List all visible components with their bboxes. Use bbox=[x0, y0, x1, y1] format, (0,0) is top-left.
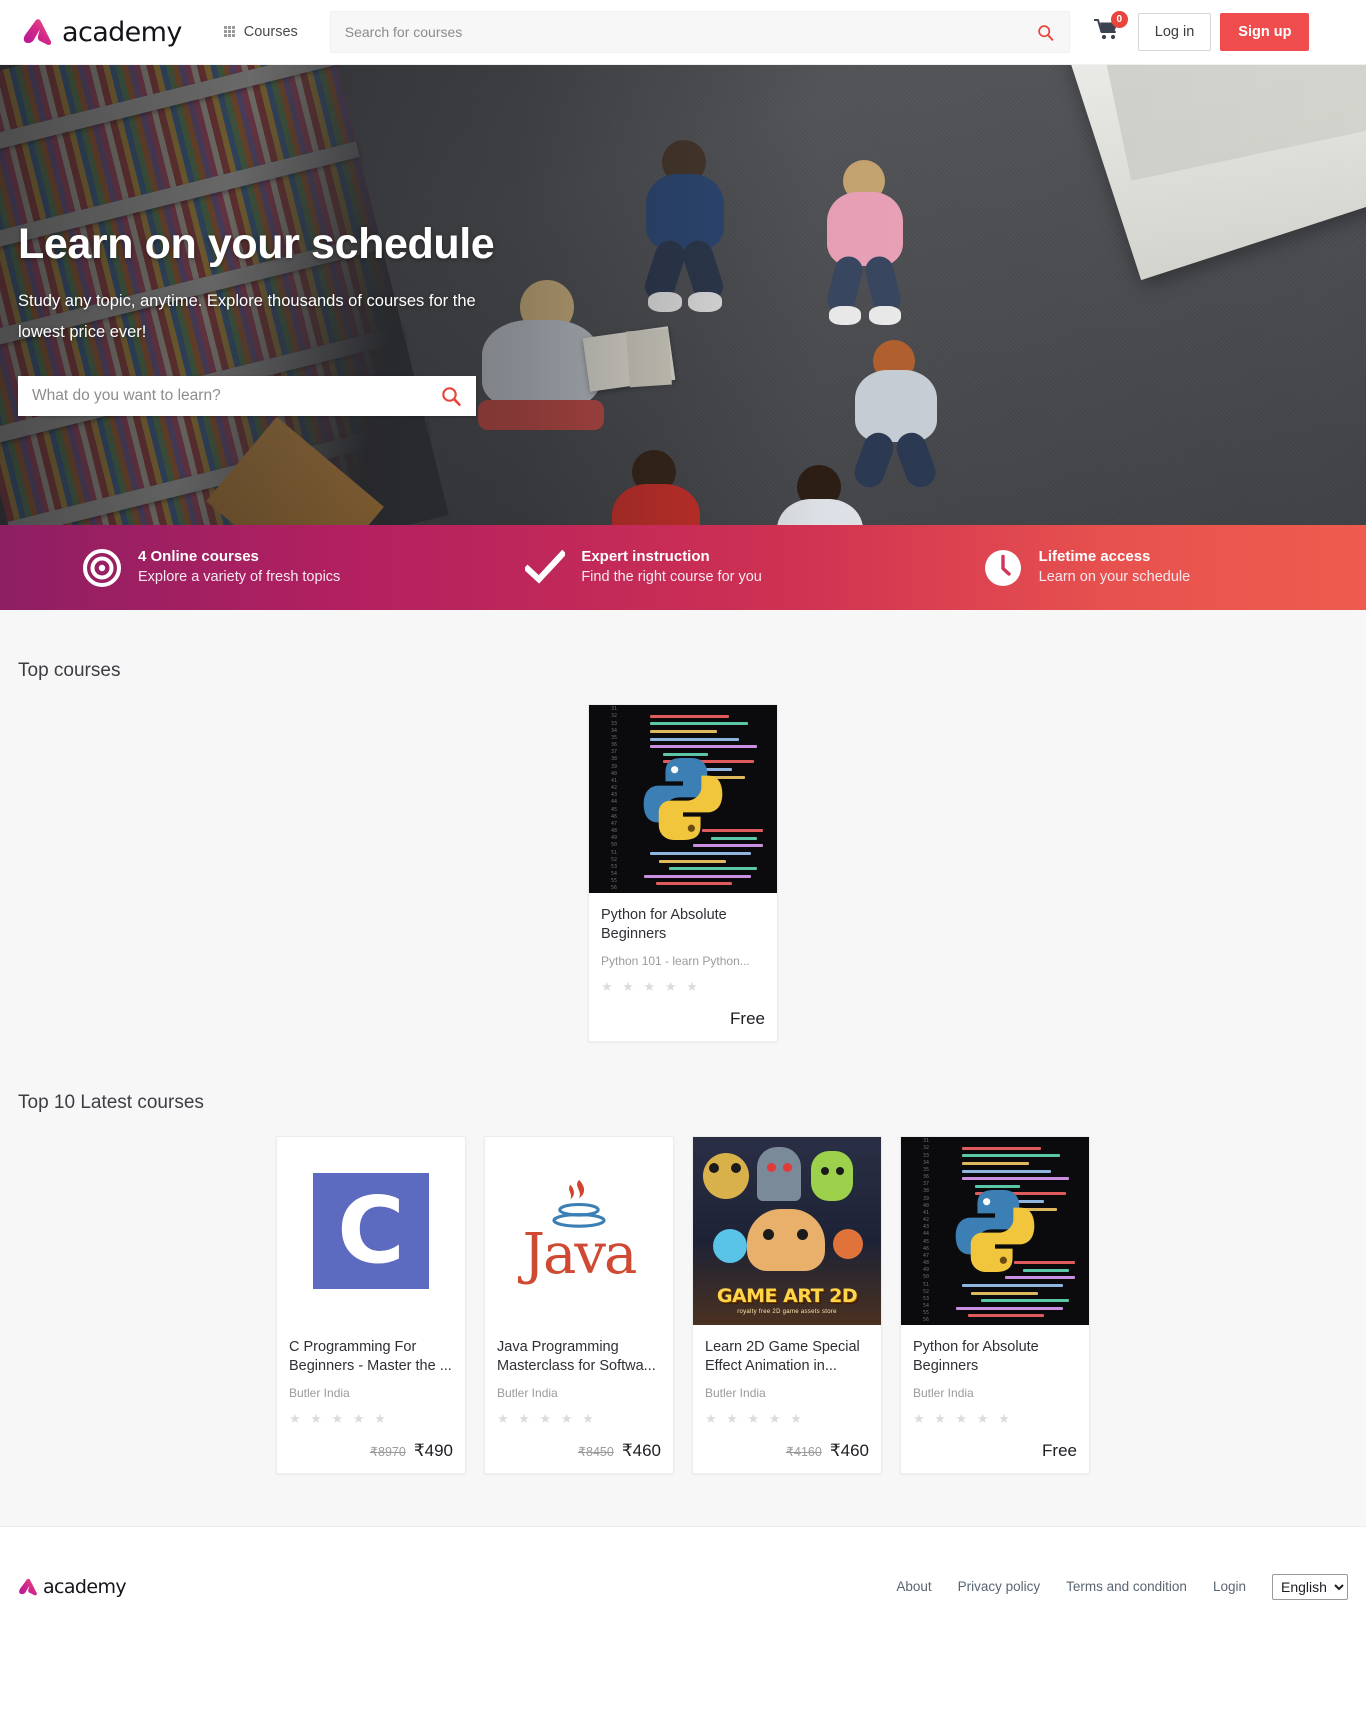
footer-logo[interactable]: academy bbox=[18, 1575, 127, 1598]
course-thumbnail-python: 31 32 33 34 35 36 37 38 39 40 41 42 43 44 45 46 47 48 4… bbox=[589, 705, 777, 893]
feature-item-access: Lifetime access Learn on your schedule bbox=[909, 547, 1366, 588]
hero-search-input[interactable] bbox=[18, 376, 426, 416]
hero-title: Learn on your schedule bbox=[18, 220, 495, 268]
feature-title: Lifetime access bbox=[1038, 548, 1151, 565]
search-icon bbox=[1038, 24, 1054, 41]
course-price: Free bbox=[913, 1441, 1077, 1461]
course-price-new: Free bbox=[730, 1009, 765, 1028]
top-courses-heading: Top courses bbox=[18, 660, 121, 681]
site-footer: academy About Privacy policy Terms and c… bbox=[0, 1526, 1366, 1646]
feature-subtitle: Find the right course for you bbox=[581, 569, 762, 585]
python-logo-icon bbox=[955, 1190, 1035, 1272]
academy-a-logo-icon bbox=[23, 19, 52, 45]
footer-logo-text: academy bbox=[43, 1575, 127, 1598]
course-meta: Butler India bbox=[913, 1386, 974, 1400]
course-price-new: ₹460 bbox=[621, 1441, 661, 1460]
course-rating-stars[interactable]: ★ ★ ★ ★ ★ bbox=[601, 979, 765, 995]
hero-search bbox=[18, 376, 476, 416]
course-title: Python for Absolute Beginners bbox=[913, 1339, 1039, 1374]
java-wordmark: Java bbox=[522, 1222, 638, 1287]
grid-icon bbox=[223, 25, 237, 39]
feature-item-instruction: Expert instruction Find the right course… bbox=[465, 547, 908, 588]
course-meta: Butler India bbox=[497, 1386, 558, 1400]
course-rating-stars[interactable]: ★ ★ ★ ★ ★ bbox=[913, 1411, 1077, 1427]
course-price-old: ₹8970 bbox=[370, 1445, 406, 1459]
site-logo-text: academy bbox=[62, 16, 182, 48]
course-price: ₹4160 ₹460 bbox=[705, 1441, 869, 1461]
footer-links: About Privacy policy Terms and condition… bbox=[896, 1573, 1348, 1600]
course-meta: Python 101 - learn Python... bbox=[601, 954, 750, 968]
game-art-caption: royalty free 2D game assets store bbox=[737, 1309, 837, 1315]
course-price: ₹8970 ₹490 bbox=[289, 1441, 453, 1461]
hero-banner: Learn on your schedule Study any topic, … bbox=[0, 65, 1366, 525]
language-select[interactable]: English bbox=[1272, 1573, 1348, 1600]
feature-subtitle: Learn on your schedule bbox=[1038, 569, 1191, 585]
course-thumbnail-java: Java bbox=[485, 1137, 673, 1325]
course-title: Java Programming Masterclass for Softwa.… bbox=[497, 1339, 656, 1374]
feature-title: Expert instruction bbox=[581, 548, 710, 565]
game-art-wordmark: GAME ART 2D bbox=[716, 1285, 858, 1307]
course-meta: Butler India bbox=[289, 1386, 350, 1400]
target-icon bbox=[82, 548, 122, 588]
course-thumbnail-c: C bbox=[277, 1137, 465, 1325]
course-thumbnail-gameart: GAME ART 2D royalty free 2D game assets … bbox=[693, 1137, 881, 1325]
course-rating-stars[interactable]: ★ ★ ★ ★ ★ bbox=[289, 1411, 453, 1427]
header-search bbox=[329, 11, 1070, 53]
course-card[interactable]: 31 32 33 34 35 36 37 38 39 40 41 42 43 44 45 46 47 48 4… bbox=[900, 1136, 1090, 1474]
course-price-old: ₹4160 bbox=[786, 1445, 822, 1459]
footer-link-about[interactable]: About bbox=[896, 1579, 931, 1594]
feature-subtitle: Explore a variety of fresh topics bbox=[138, 569, 341, 585]
nav-courses[interactable]: Courses bbox=[223, 24, 298, 40]
course-title: C Programming For Beginners - Master the… bbox=[289, 1339, 452, 1374]
c-language-letter: C bbox=[313, 1173, 429, 1289]
signup-button[interactable]: Sign up bbox=[1220, 13, 1310, 51]
course-title: Python for Absolute Beginners bbox=[601, 907, 727, 942]
main-content: Top courses 31 32 33 34 35 36 37 38 39 40 41 42 43… bbox=[0, 610, 1366, 1526]
site-header: academy Courses 0 Log in Sign up bbox=[0, 0, 1366, 65]
course-rating-stars[interactable]: ★ ★ ★ ★ ★ bbox=[705, 1411, 869, 1427]
academy-a-logo-icon bbox=[19, 1578, 37, 1595]
top-courses-row: 31 32 33 34 35 36 37 38 39 40 41 42 43 44 45 46 47 48 4… bbox=[18, 704, 1348, 1042]
course-rating-stars[interactable]: ★ ★ ★ ★ ★ bbox=[497, 1411, 661, 1427]
hero-search-button[interactable] bbox=[426, 376, 476, 416]
python-logo-icon bbox=[643, 758, 723, 840]
nav-courses-label: Courses bbox=[243, 24, 298, 40]
check-icon bbox=[525, 548, 566, 588]
course-thumbnail-python: 31 32 33 34 35 36 37 38 39 40 41 42 43 44 45 46 47 48 4… bbox=[901, 1137, 1089, 1325]
course-price-new: Free bbox=[1042, 1441, 1077, 1460]
cart-button[interactable]: 0 bbox=[1093, 11, 1128, 46]
latest-courses-heading: Top 10 Latest courses bbox=[18, 1092, 204, 1113]
search-input[interactable] bbox=[329, 11, 1070, 53]
site-logo[interactable]: academy bbox=[22, 17, 182, 48]
footer-link-terms[interactable]: Terms and condition bbox=[1066, 1579, 1187, 1594]
course-price: ₹8450 ₹460 bbox=[497, 1441, 661, 1461]
course-meta: Butler India bbox=[705, 1386, 766, 1400]
search-submit-button[interactable] bbox=[1028, 11, 1064, 53]
cart-count-badge: 0 bbox=[1110, 11, 1128, 28]
footer-link-privacy-policy[interactable]: Privacy policy bbox=[958, 1579, 1041, 1594]
features-bar: 4 Online courses Explore a variety of fr… bbox=[0, 525, 1366, 610]
course-price-new: ₹460 bbox=[829, 1441, 869, 1460]
course-card[interactable]: GAME ART 2D royalty free 2D game assets … bbox=[692, 1136, 882, 1474]
course-price: Free bbox=[601, 1009, 765, 1029]
course-title: Learn 2D Game Special Effect Animation i… bbox=[705, 1339, 860, 1374]
course-price-new: ₹490 bbox=[413, 1441, 453, 1460]
feature-item-courses: 4 Online courses Explore a variety of fr… bbox=[0, 547, 465, 588]
course-card[interactable]: 31 32 33 34 35 36 37 38 39 40 41 42 43 44 45 46 47 48 4… bbox=[588, 704, 778, 1042]
footer-link-login[interactable]: Login bbox=[1213, 1579, 1246, 1594]
login-button[interactable]: Log in bbox=[1137, 13, 1212, 51]
course-card[interactable]: Java Java Programming Masterclass for So… bbox=[484, 1136, 674, 1474]
latest-courses-row: C C Programming For Beginners - Master t… bbox=[18, 1136, 1348, 1474]
clock-icon bbox=[983, 548, 1023, 588]
hero-subtitle: Study any topic, anytime. Explore thousa… bbox=[18, 292, 476, 341]
feature-title: 4 Online courses bbox=[138, 548, 259, 565]
course-price-old: ₹8450 bbox=[578, 1445, 614, 1459]
course-card[interactable]: C C Programming For Beginners - Master t… bbox=[276, 1136, 466, 1474]
search-icon bbox=[442, 387, 461, 406]
